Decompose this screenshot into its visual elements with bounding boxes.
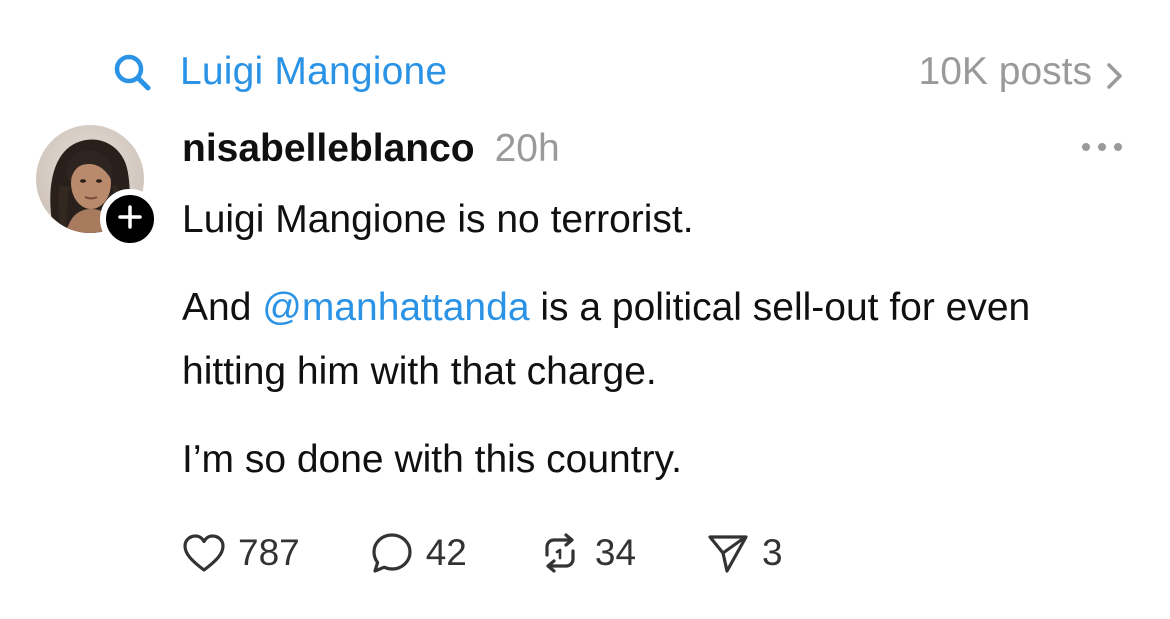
mention-link[interactable]: @manhattanda: [262, 286, 529, 329]
post-text: And: [182, 286, 263, 329]
reply-count: 42: [425, 532, 467, 573]
post-body: Luigi Mangione is no terrorist. And @man…: [182, 188, 1112, 492]
topic-name: Luigi Mangione: [180, 50, 448, 93]
posts-count-link[interactable]: 10K posts: [919, 44, 1126, 100]
comment-icon: [370, 531, 414, 575]
post-actions: 787 42 34 3: [182, 527, 853, 579]
heart-icon: [182, 533, 226, 573]
post-paragraph: I’m so done with this country.: [182, 438, 682, 481]
repost-icon: [537, 533, 583, 573]
username[interactable]: nisabelleblanco: [182, 127, 475, 171]
plus-icon: [117, 204, 143, 235]
like-button[interactable]: 787: [182, 532, 300, 574]
post-timestamp: 20h: [494, 127, 560, 170]
topic-link[interactable]: Luigi Mangione: [112, 44, 447, 100]
topic-header: Luigi Mangione 10K posts: [112, 44, 1126, 100]
reply-button[interactable]: 42: [370, 531, 467, 575]
share-count: 3: [762, 532, 783, 573]
send-icon: [706, 532, 750, 574]
more-options-icon[interactable]: [1078, 136, 1126, 158]
post-paragraph: And @manhattanda is a political sell-out…: [182, 276, 1112, 404]
search-icon: [112, 52, 152, 92]
repost-button[interactable]: 34: [537, 532, 636, 574]
posts-count: 10K posts: [918, 50, 1092, 93]
post-paragraph: Luigi Mangione is no terrorist.: [182, 198, 694, 241]
share-button[interactable]: 3: [706, 532, 783, 574]
chevron-right-icon: [1104, 57, 1126, 89]
post-header: nisabelleblanco 20h: [182, 124, 560, 174]
avatar-container: [36, 125, 160, 249]
repost-count: 34: [594, 532, 637, 573]
like-count: 787: [238, 532, 300, 573]
follow-button[interactable]: [100, 189, 160, 249]
